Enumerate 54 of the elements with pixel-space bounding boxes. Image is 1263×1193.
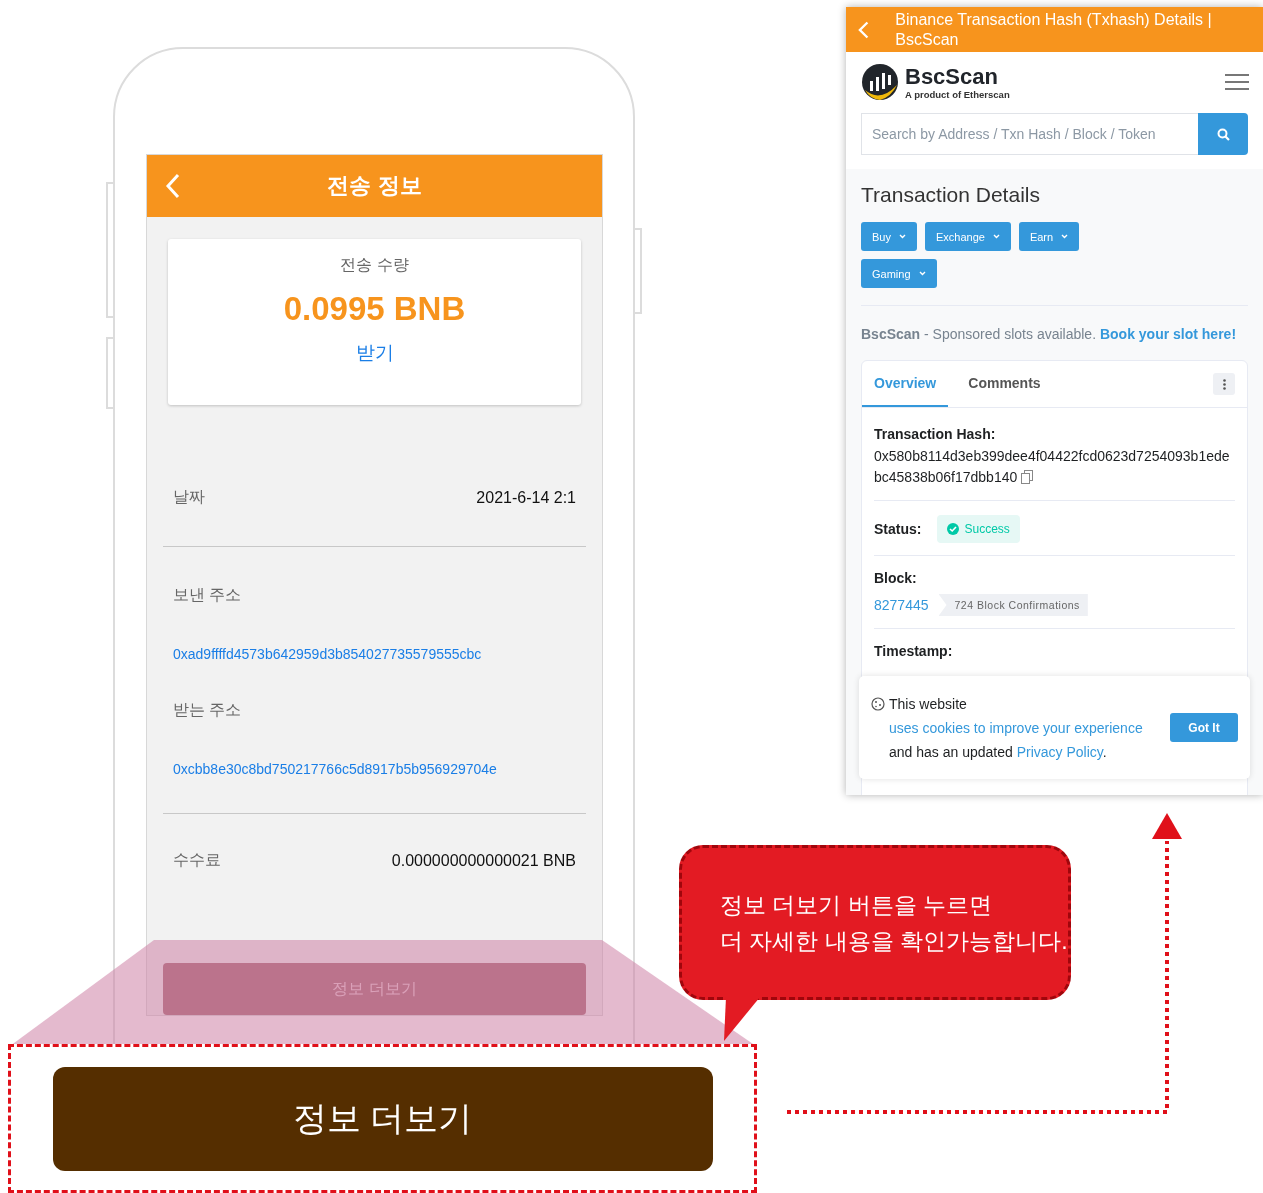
cookie-icon bbox=[871, 696, 885, 711]
caret-icon bbox=[898, 234, 906, 239]
field-label: 수수료 bbox=[173, 850, 221, 871]
tab[interactable]: Overview bbox=[862, 361, 949, 407]
callout-text: 정보 더보기 버튼을 누르면 더 자세한 내용을 확인가능합니다. bbox=[720, 890, 1068, 956]
field-label: Transaction Hash: bbox=[874, 426, 997, 442]
cookie-link[interactable]: uses cookies to improve your experience bbox=[889, 719, 1143, 736]
dropdown-button[interactable]: Earn bbox=[1018, 222, 1080, 251]
dropdown-button[interactable]: Buy bbox=[861, 222, 917, 251]
screen-title: 전송 정보 bbox=[327, 171, 422, 200]
amount-label: 전송 수량 bbox=[340, 254, 409, 275]
search-icon bbox=[1216, 127, 1230, 141]
page-title: Binance Transaction Hash (Txhash) Details | BscScan bbox=[895, 9, 1213, 50]
brand-name: BscScan bbox=[905, 64, 999, 89]
sponsor-text: BscScan - Sponsored slots available. Book your slot here! bbox=[861, 326, 1238, 342]
brand-tagline: A product of Etherscan bbox=[905, 88, 1011, 100]
logo-icon bbox=[861, 63, 899, 101]
field-value: 2021-6-14 2:1 bbox=[476, 488, 576, 507]
confirmations-badge: 724 Block Confirmations bbox=[938, 594, 1088, 616]
field-label: 날짜 bbox=[173, 487, 205, 508]
menu-icon[interactable] bbox=[1225, 74, 1249, 90]
field-label: Status: bbox=[874, 521, 922, 537]
address-link[interactable]: 0xcbb8e30c8bd750217766c5d8917b5b956929704e bbox=[173, 761, 576, 778]
address-link[interactable]: 0xad9ffffd4573b642959d3b854027735579555cbc bbox=[173, 646, 576, 663]
tab[interactable]: Comments bbox=[956, 361, 1053, 407]
cookie-link[interactable]: Privacy Policy bbox=[1016, 743, 1103, 760]
check-circle-icon bbox=[947, 523, 960, 535]
field-label: Timestamp: bbox=[874, 643, 954, 659]
accept-button[interactable]: Got It bbox=[1170, 713, 1238, 742]
more-options-button[interactable] bbox=[1213, 373, 1235, 395]
caret-icon bbox=[918, 271, 926, 276]
caret-icon bbox=[1061, 234, 1069, 239]
field-label: 보낸 주소 bbox=[173, 585, 243, 606]
field-label: 받는 주소 bbox=[173, 700, 243, 721]
search-field[interactable]: Search by Address / Txn Hash / Block / Token bbox=[861, 113, 1198, 155]
search-button[interactable] bbox=[1198, 113, 1248, 155]
caret-icon bbox=[992, 234, 1000, 239]
amount-value: 0.0995 BNB bbox=[283, 289, 466, 328]
field-label: Block: bbox=[874, 570, 918, 586]
sponsor-link[interactable]: Book your slot here! bbox=[1099, 326, 1237, 342]
dropdown-button[interactable]: Gaming bbox=[861, 259, 937, 288]
back-icon[interactable] bbox=[858, 19, 870, 40]
dropdown-button[interactable]: Exchange bbox=[924, 222, 1011, 251]
field-value: 0.000000000000021 BNB bbox=[391, 851, 576, 870]
page-heading: Transaction Details bbox=[861, 183, 1041, 207]
status-badge: Success bbox=[937, 515, 1020, 543]
copy-icon[interactable] bbox=[1021, 470, 1034, 484]
cookie-notice-text: This website uses cookies to improve your experience and has an updated Privacy Policy. bbox=[889, 694, 1144, 762]
direction-label: 받기 bbox=[355, 340, 394, 365]
back-icon[interactable] bbox=[165, 173, 181, 199]
more-info-button[interactable]: 정보 더보기 bbox=[52, 1066, 713, 1171]
hash-value: 0x580b8114d3eb399dee4f04422fcd0623d7254093b1edebc45838b06f17dbb140 bbox=[874, 447, 1231, 487]
block-link[interactable]: 8277445 bbox=[874, 597, 929, 613]
more-icon bbox=[1222, 378, 1226, 390]
